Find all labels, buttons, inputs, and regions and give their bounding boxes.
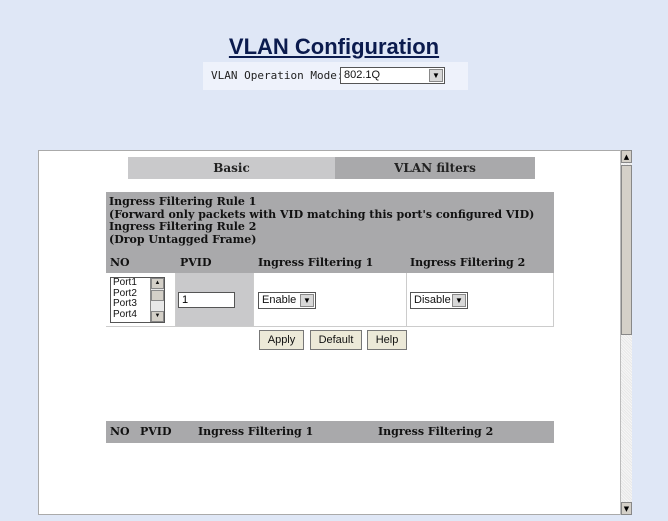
summary-col-ingress-2: Ingress Filtering 2 [378,425,494,438]
page-title: VLAN Configuration [228,34,440,59]
tab-vlan-filters[interactable]: VLAN filters [335,157,535,179]
scroll-up-icon[interactable]: ▲ [621,150,632,163]
listbox-thumb[interactable] [151,290,164,301]
chevron-down-icon: ▼ [300,294,314,307]
ingress-filtering-1-value: Enable [262,294,297,306]
summary-col-no: NO [110,425,130,438]
summary-table-header: NO PVID Ingress Filtering 1 Ingress Filt… [106,421,554,443]
rule2-title: Ingress Filtering Rule 2 [109,220,257,233]
rule1-title: Ingress Filtering Rule 1 [109,195,257,208]
page-scrollbar[interactable]: ▲ ▼ [620,150,632,515]
tab-basic[interactable]: Basic [128,157,335,179]
ingress-filtering-2-select[interactable]: Disable ▼ [410,292,468,309]
default-button[interactable]: Default [310,330,362,350]
apply-button[interactable]: Apply [259,330,304,350]
col-no: NO [110,256,130,269]
summary-col-pvid: PVID [140,425,172,438]
rule2-desc: (Drop Untagged Frame) [109,232,257,246]
chevron-down-icon: ▼ [452,294,466,307]
scroll-down-icon[interactable]: ▼ [621,502,632,515]
ingress-filtering-1-select[interactable]: Enable ▼ [258,292,316,309]
port-listbox[interactable]: Port1 Port2 Port3 Port4 ▲ ▼ [110,277,165,323]
operation-mode-value: 802.1Q [344,69,381,81]
operation-mode-bar: VLAN Operation Mode: 802.1Q ▼ [203,62,468,90]
scroll-down-icon[interactable]: ▼ [151,311,164,322]
col-pvid: PVID [180,256,212,269]
pvid-input[interactable]: 1 [178,292,235,308]
chevron-down-icon: ▼ [429,69,443,82]
ingress-filtering-2-value: Disable [414,294,451,306]
help-button[interactable]: Help [367,330,407,350]
operation-mode-select[interactable]: 802.1Q ▼ [340,67,445,84]
scroll-up-icon[interactable]: ▲ [151,278,164,289]
summary-col-ingress-1: Ingress Filtering 1 [198,425,314,438]
operation-mode-label: VLAN Operation Mode: [211,69,344,82]
scroll-thumb[interactable] [621,165,632,335]
col-ingress-2: Ingress Filtering 2 [410,256,526,269]
listbox-scrollbar[interactable]: ▲ ▼ [150,278,164,322]
col-ingress-1: Ingress Filtering 1 [258,256,374,269]
filtering-rules-description: Ingress Filtering Rule 1 (Forward only p… [106,192,554,252]
